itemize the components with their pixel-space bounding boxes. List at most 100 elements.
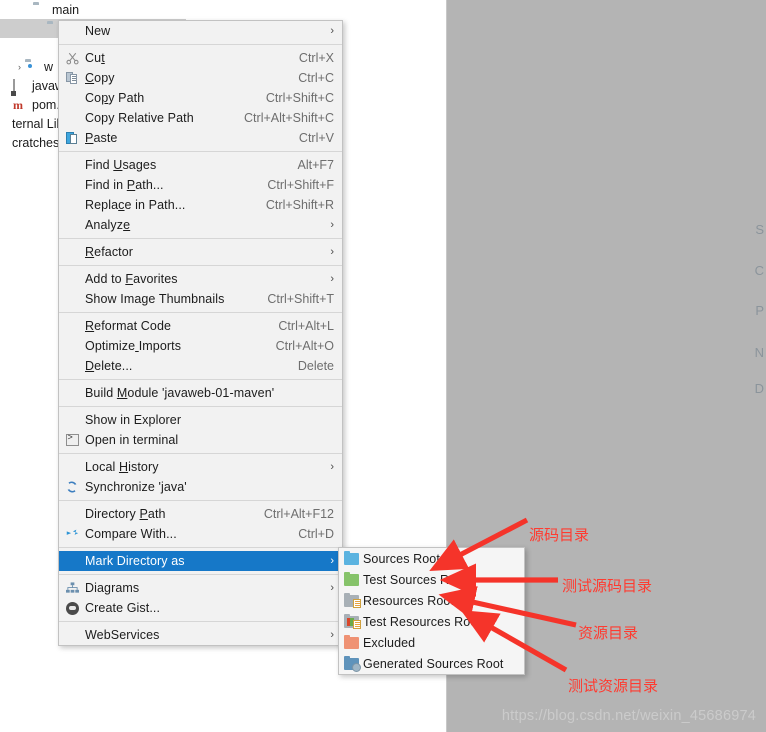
menu-item-reformat-code[interactable]: Reformat Code Ctrl+Alt+L (59, 316, 342, 336)
submenu-item-label: Test Sources Root (363, 572, 467, 587)
submenu-item-excluded[interactable]: Excluded (339, 632, 524, 653)
menu-item-paste[interactable]: Paste Ctrl+V (59, 128, 342, 148)
chevron-right-icon: › (330, 461, 334, 473)
menu-item-cut[interactable]: Cut Ctrl+X (59, 48, 342, 68)
compare-icon (59, 526, 85, 542)
watermark: https://blog.csdn.net/weixin_45686974 (501, 708, 756, 724)
scissors-icon (59, 50, 85, 66)
no-icon (59, 217, 85, 233)
menu-item-label: Copy Path (85, 91, 145, 105)
menu-item-label: Copy (85, 71, 115, 85)
project-view-context-menu[interactable]: New › Cut Ctrl+X Copy Ctrl+C Copy Path Ctrl+Shi… (58, 20, 343, 646)
menu-item-build-module-javaweb-01-maven[interactable]: Build Module 'javaweb-01-maven' (59, 383, 342, 403)
menu-item-copy-path[interactable]: Copy Path Ctrl+Shift+C (59, 88, 342, 108)
folder-icon (33, 3, 48, 16)
menu-item-shortcut: Ctrl+Alt+Shift+C (244, 111, 334, 125)
edge-hint-1: S (755, 222, 764, 237)
menu-item-show-in-explorer[interactable]: Show in Explorer (59, 410, 342, 430)
menu-item-shortcut: Ctrl+Alt+F12 (263, 507, 334, 521)
menu-item-open-in-terminal[interactable]: Open in terminal (59, 430, 342, 450)
submenu-item-label: Generated Sources Root (363, 656, 504, 671)
menu-item-compare-with[interactable]: Compare With... Ctrl+D (59, 524, 342, 544)
menu-item-shortcut: Ctrl+V (298, 131, 334, 145)
no-icon (59, 338, 85, 354)
menu-separator (59, 238, 342, 239)
submenu-item-test-resources-root[interactable]: Test Resources Root (339, 611, 524, 632)
copy-icon (59, 70, 85, 86)
submenu-item-label: Excluded (363, 635, 416, 650)
tree-item-main[interactable]: main (0, 0, 172, 19)
green-folder-icon (339, 571, 363, 588)
mark-directory-as-submenu[interactable]: Sources Root Test Sources Root Resources R… (338, 547, 525, 675)
no-icon (59, 271, 85, 287)
chevron-right-icon: › (330, 25, 334, 37)
menu-item-new[interactable]: New › (59, 21, 342, 41)
menu-item-webservices[interactable]: WebServices › (59, 625, 342, 645)
chevron-right-icon: › (330, 273, 334, 285)
sync-icon (59, 479, 85, 495)
menu-item-label: Mark Directory as (85, 554, 185, 568)
menu-item-label: Compare With... (85, 527, 177, 541)
test-resource-folder-icon (339, 613, 363, 630)
menu-separator (59, 621, 342, 622)
menu-item-replace-in-path[interactable]: Replace in Path... Ctrl+Shift+R (59, 195, 342, 215)
module-icon (13, 79, 28, 95)
menu-item-label: Delete... (85, 359, 133, 373)
menu-separator (59, 500, 342, 501)
tree-item-label: main (52, 2, 80, 17)
web-folder-icon (25, 60, 40, 73)
menu-item-create-gist[interactable]: Create Gist... (59, 598, 342, 618)
menu-separator (59, 44, 342, 45)
menu-item-refactor[interactable]: Refactor › (59, 242, 342, 262)
submenu-item-generated-sources-root[interactable]: Generated Sources Root (339, 653, 524, 674)
menu-item-label: Create Gist... (85, 601, 161, 615)
menu-item-show-image-thumbnails[interactable]: Show Image Thumbnails Ctrl+Shift+T (59, 289, 342, 309)
submenu-item-resources-root[interactable]: Resources Root (339, 590, 524, 611)
menu-item-shortcut: Ctrl+D (298, 527, 334, 541)
menu-item-shortcut: Ctrl+X (298, 51, 334, 65)
menu-item-copy[interactable]: Copy Ctrl+C (59, 68, 342, 88)
gray-resource-folder-icon (339, 592, 363, 609)
menu-separator (59, 379, 342, 380)
menu-item-label: Local History (85, 460, 159, 474)
menu-item-synchronize-java[interactable]: Synchronize 'java' (59, 477, 342, 497)
no-icon (59, 291, 85, 307)
menu-item-optimize-imports[interactable]: Optimize Imports Ctrl+Alt+O (59, 336, 342, 356)
maven-icon: m (13, 98, 23, 112)
menu-item-label: Show in Explorer (85, 413, 182, 427)
paste-icon (59, 130, 85, 146)
menu-item-directory-path[interactable]: Directory Path Ctrl+Alt+F12 (59, 504, 342, 524)
menu-item-find-usages[interactable]: Find Usages Alt+F7 (59, 155, 342, 175)
chevron-right-icon: › (330, 246, 334, 258)
menu-item-diagrams[interactable]: Diagrams › (59, 578, 342, 598)
menu-item-mark-directory-as[interactable]: Mark Directory as › (59, 551, 342, 571)
no-icon (59, 157, 85, 173)
submenu-item-sources-root[interactable]: Sources Root (339, 548, 524, 569)
menu-separator (59, 574, 342, 575)
edge-hint-5: D (754, 381, 764, 396)
menu-item-label: Build Module 'javaweb-01-maven' (85, 386, 275, 400)
menu-item-label: Diagrams (85, 581, 140, 595)
chevron-right-icon: › (330, 582, 334, 594)
menu-item-shortcut: Ctrl+Shift+C (265, 91, 334, 105)
menu-separator (59, 265, 342, 266)
menu-item-delete[interactable]: Delete... Delete (59, 356, 342, 376)
menu-item-label: Show Image Thumbnails (85, 292, 225, 306)
no-icon (59, 506, 85, 522)
menu-item-local-history[interactable]: Local History › (59, 457, 342, 477)
edge-hint-4: N (754, 345, 764, 360)
submenu-item-label: Resources Root (363, 593, 455, 608)
no-icon (59, 358, 85, 374)
menu-item-shortcut: Ctrl+Alt+L (278, 319, 334, 333)
menu-separator (59, 547, 342, 548)
menu-separator (59, 312, 342, 313)
submenu-item-test-sources-root[interactable]: Test Sources Root (339, 569, 524, 590)
chevron-right-icon[interactable]: › (14, 62, 25, 72)
menu-item-add-to-favorites[interactable]: Add to Favorites › (59, 269, 342, 289)
edge-hint-2: C (754, 263, 764, 278)
menu-item-analyze[interactable]: Analyze › (59, 215, 342, 235)
menu-item-find-in-path[interactable]: Find in Path... Ctrl+Shift+F (59, 175, 342, 195)
menu-item-copy-relative-path[interactable]: Copy Relative Path Ctrl+Alt+Shift+C (59, 108, 342, 128)
no-icon (59, 318, 85, 334)
tree-item-label: ternal Lib (12, 116, 64, 131)
